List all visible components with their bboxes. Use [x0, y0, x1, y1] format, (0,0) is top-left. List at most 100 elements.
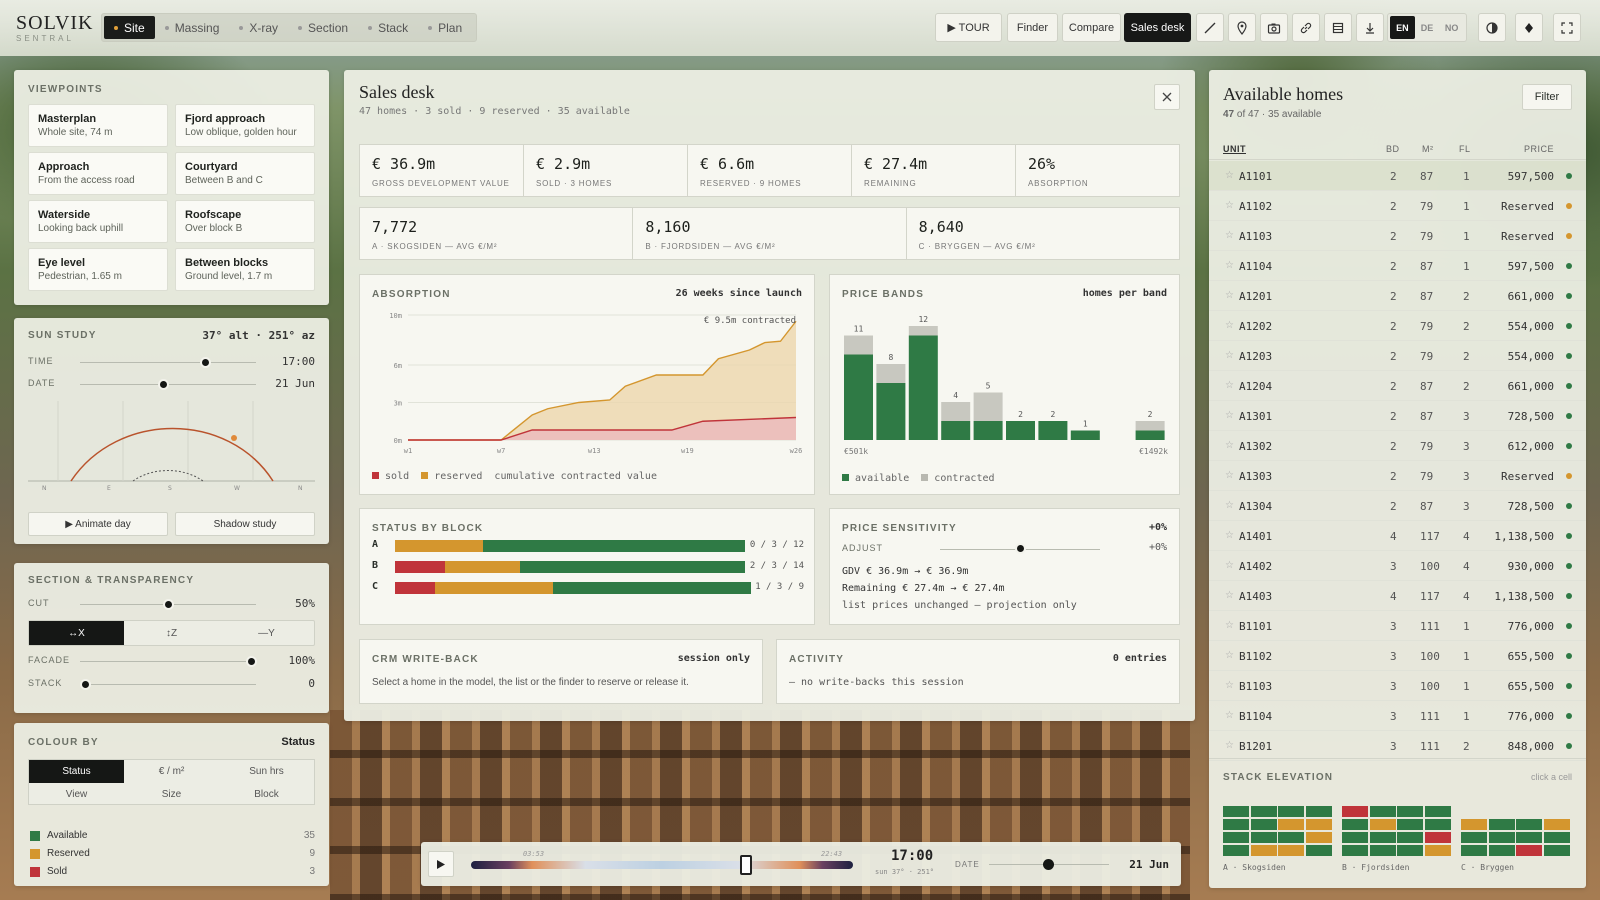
reserved-segment[interactable]	[395, 540, 483, 552]
home-row[interactable]: ☆ B1201 3 111 2 848,000	[1209, 731, 1586, 761]
stack-cell[interactable]	[1424, 806, 1451, 817]
stack-cell[interactable]	[1461, 832, 1487, 843]
mode-section-button[interactable]: Section	[288, 16, 358, 39]
home-row[interactable]: ☆ B1101 3 111 1 776,000	[1209, 611, 1586, 641]
axis-1-button[interactable]: ↕Z	[124, 621, 219, 645]
stack-cell[interactable]	[1223, 832, 1249, 843]
favorite-star-icon[interactable]: ☆	[1225, 680, 1234, 691]
colour-option-button[interactable]: Sun hrs	[219, 760, 314, 783]
home-row[interactable]: ☆ A1303 2 79 3 Reserved	[1209, 461, 1586, 491]
close-button[interactable]	[1154, 84, 1180, 110]
favorite-star-icon[interactable]: ☆	[1225, 590, 1234, 601]
favorite-star-icon[interactable]: ☆	[1225, 620, 1234, 631]
available-bar[interactable]	[908, 335, 938, 441]
viewpoint-card[interactable]: Masterplan Whole site, 74 m	[28, 104, 168, 147]
viewpoint-card[interactable]: Approach From the access road	[28, 152, 168, 195]
stack-cell[interactable]	[1305, 819, 1332, 830]
stack-cell[interactable]	[1250, 845, 1277, 856]
contracted-bar[interactable]	[876, 364, 906, 383]
contracted-bar[interactable]	[941, 402, 971, 421]
favorite-star-icon[interactable]: ☆	[1225, 260, 1234, 271]
stack-cell[interactable]	[1369, 845, 1396, 856]
download-button[interactable]	[1356, 13, 1384, 42]
fullscreen-button[interactable]	[1553, 13, 1581, 42]
camera-button[interactable]	[1260, 13, 1288, 42]
sold-segment[interactable]	[395, 561, 445, 573]
viewpoint-card[interactable]: Roofscape Over block B	[175, 200, 315, 243]
home-row[interactable]: ☆ A1101 2 87 1 597,500	[1209, 161, 1586, 191]
animate-day-button[interactable]: ▶ Animate day	[28, 512, 168, 536]
home-row[interactable]: ☆ A1401 4 117 4 1,138,500	[1209, 521, 1586, 551]
stack-cell[interactable]	[1278, 819, 1304, 830]
available-bar[interactable]	[844, 354, 873, 441]
home-row[interactable]: ☆ A1102 2 79 1 Reserved	[1209, 191, 1586, 221]
stack-cell[interactable]	[1369, 832, 1396, 843]
stack-cell[interactable]	[1461, 819, 1487, 830]
stack-cell[interactable]	[1342, 819, 1368, 830]
favorite-star-icon[interactable]: ☆	[1225, 470, 1234, 481]
home-row[interactable]: ☆ B1103 3 100 1 655,500	[1209, 671, 1586, 701]
favorite-star-icon[interactable]: ☆	[1225, 230, 1234, 241]
stack-cell[interactable]	[1397, 806, 1423, 817]
stack-cell[interactable]	[1516, 845, 1542, 856]
stack-cell[interactable]	[1223, 806, 1249, 817]
favorite-star-icon[interactable]: ☆	[1225, 290, 1234, 301]
stack-cell[interactable]	[1397, 819, 1423, 830]
home-row[interactable]: ☆ A1104 2 87 1 597,500	[1209, 251, 1586, 281]
available-segment[interactable]	[520, 561, 745, 573]
stack-cell[interactable]	[1250, 806, 1277, 817]
home-row[interactable]: ☆ A1201 2 87 2 661,000	[1209, 281, 1586, 311]
pin-button[interactable]	[1228, 13, 1256, 42]
home-row[interactable]: ☆ A1204 2 87 2 661,000	[1209, 371, 1586, 401]
colour-option-button[interactable]: € / m²	[124, 760, 219, 783]
stack-cell[interactable]	[1543, 845, 1570, 856]
home-row[interactable]: ☆ A1203 2 79 2 554,000	[1209, 341, 1586, 371]
col-price[interactable]: PRICE	[1524, 144, 1554, 154]
home-row[interactable]: ☆ B1102 3 100 1 655,500	[1209, 641, 1586, 671]
mode-x-ray-button[interactable]: X-ray	[229, 16, 288, 39]
available-bar[interactable]	[973, 421, 1003, 440]
viewpoint-card[interactable]: Waterside Looking back uphill	[28, 200, 168, 243]
stack-cell[interactable]	[1250, 819, 1277, 830]
home-row[interactable]: ☆ A1301 2 87 3 728,500	[1209, 401, 1586, 431]
favorite-star-icon[interactable]: ☆	[1225, 500, 1234, 511]
table-button[interactable]	[1324, 13, 1352, 42]
facade-slider-knob[interactable]	[245, 656, 257, 667]
sold-segment[interactable]	[395, 582, 435, 594]
available-bar[interactable]	[876, 383, 906, 440]
stack-cell[interactable]	[1305, 845, 1332, 856]
finder-button[interactable]: Finder	[1007, 13, 1058, 42]
facade-slider[interactable]	[80, 661, 256, 662]
time-slider-knob[interactable]	[199, 357, 211, 368]
filter-button[interactable]: Filter	[1522, 84, 1572, 110]
lang-en-button[interactable]: EN	[1390, 16, 1415, 39]
stack-cell[interactable]	[1369, 819, 1396, 830]
available-segment[interactable]	[482, 540, 745, 552]
axis-2-button[interactable]: —Y	[219, 621, 314, 645]
stack-cell[interactable]	[1424, 819, 1451, 830]
contracted-bar[interactable]	[844, 335, 873, 355]
date-slider-knob[interactable]	[157, 379, 169, 390]
time-track[interactable]	[471, 861, 853, 869]
stack-cell[interactable]	[1278, 832, 1304, 843]
favorite-star-icon[interactable]: ☆	[1225, 350, 1234, 361]
contracted-bar[interactable]	[908, 326, 938, 336]
cut-slider-knob[interactable]	[163, 599, 174, 610]
scrubber-date-knob[interactable]	[1043, 859, 1054, 870]
available-bar[interactable]	[1006, 421, 1035, 440]
stack-cell[interactable]	[1397, 832, 1423, 843]
stack-cell[interactable]	[1516, 819, 1542, 830]
colour-option-button[interactable]: Status	[29, 760, 124, 783]
time-scrubber-handle[interactable]	[740, 855, 753, 875]
lang-de-button[interactable]: DE	[1415, 16, 1440, 39]
stack-cell[interactable]	[1223, 819, 1249, 830]
stack-cell[interactable]	[1488, 819, 1515, 830]
home-row[interactable]: ☆ A1302 2 79 3 612,000	[1209, 431, 1586, 461]
stack-cell[interactable]	[1397, 845, 1423, 856]
stack-cell[interactable]	[1543, 819, 1570, 830]
mode-plan-button[interactable]: Plan	[418, 16, 472, 39]
home-row[interactable]: ☆ A1103 2 79 1 Reserved	[1209, 221, 1586, 251]
colour-option-button[interactable]: Size	[124, 783, 219, 806]
shadow-study-button[interactable]: Shadow study	[175, 512, 315, 536]
stack-cell[interactable]	[1342, 845, 1368, 856]
